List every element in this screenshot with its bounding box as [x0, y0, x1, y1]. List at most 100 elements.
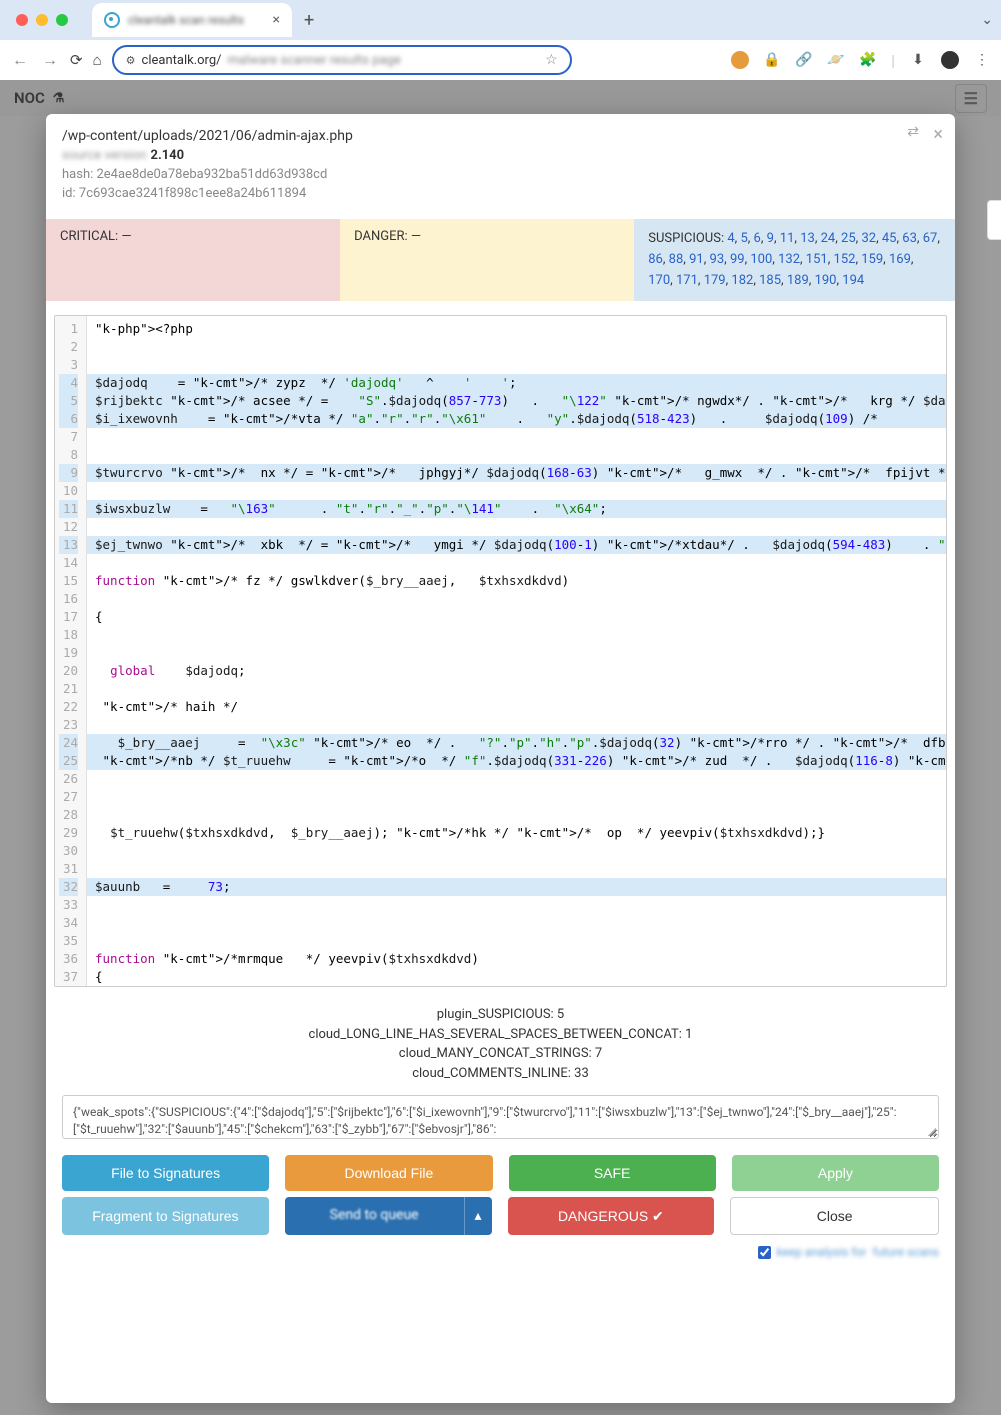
checkbox-row: keep analysis for future scans [46, 1241, 955, 1269]
close-button[interactable]: Close [730, 1197, 939, 1235]
susp-line-link[interactable]: 99 [730, 252, 745, 267]
susp-line-link[interactable]: 132 [778, 252, 800, 267]
url-rest: malware scanner results page [228, 53, 540, 68]
susp-line-link[interactable]: 63 [902, 231, 917, 246]
susp-line-link[interactable]: 100 [750, 252, 772, 267]
code-viewer: 1234567891011121314151617181920212223242… [54, 315, 947, 987]
download-icon[interactable]: ⬇ [909, 51, 927, 69]
file-version: source version 2.140 [62, 148, 939, 163]
summary: plugin_SUSPICIOUS: 5cloud_LONG_LINE_HAS_… [46, 995, 955, 1089]
checkbox-label-1: keep analysis for [777, 1245, 867, 1259]
toolbar-icons: 🔒 🔗 🪐 🧩 | ⬇ ⋮ [731, 51, 991, 70]
file-id: id: 7c693cae3241f898c1eee8a24b611894 [62, 186, 939, 201]
susp-line-link[interactable]: 152 [834, 252, 856, 267]
susp-line-link[interactable]: 5 [740, 231, 747, 246]
url-bar[interactable]: ⚙ cleantalk.org/ malware scanner results… [112, 45, 572, 75]
reload-icon[interactable]: ⟳ [70, 51, 83, 69]
split-button[interactable]: Send to queue ▴ [285, 1197, 492, 1235]
susp-line-link[interactable]: 171 [676, 273, 698, 288]
download-file-button[interactable]: Download File [285, 1155, 492, 1191]
susp-line-link[interactable]: 86 [648, 252, 663, 267]
keep-analysis-checkbox[interactable] [758, 1246, 771, 1259]
site-settings-icon[interactable]: ⚙ [126, 54, 136, 67]
nav-back-icon[interactable]: ← [10, 50, 30, 70]
modal-close-icon[interactable]: × [933, 124, 943, 145]
modal-header: /wp-content/uploads/2021/06/admin-ajax.p… [46, 114, 955, 211]
new-tab-icon[interactable]: + [304, 10, 314, 31]
susp-line-link[interactable]: 151 [806, 252, 828, 267]
ext-link-icon[interactable]: 🔗 [795, 51, 813, 69]
susp-line-link[interactable]: 169 [889, 252, 911, 267]
nav-forward-icon[interactable]: → [40, 50, 60, 70]
fragment-to-signatures-button[interactable]: Fragment to Signatures [62, 1197, 269, 1235]
home-icon[interactable]: ⌂ [93, 51, 102, 69]
status-suspicious: SUSPICIOUS: 4, 5, 6, 9, 11, 13, 24, 25, … [634, 219, 955, 301]
window-maximize-icon[interactable] [56, 14, 68, 26]
file-hash: hash: 2e4ae8de0a78eba932ba51dd63d938cd [62, 167, 939, 182]
bookmark-icon[interactable]: ☆ [545, 52, 558, 68]
tab-favicon-icon [104, 12, 120, 28]
button-row-2: Fragment to Signatures Send to queue ▴ D… [46, 1197, 955, 1241]
swap-icon[interactable]: ⇄ [907, 124, 919, 140]
dangerous-button[interactable]: DANGEROUS ✔ [508, 1197, 715, 1235]
susp-line-link[interactable]: 185 [759, 273, 781, 288]
summary-line: cloud_MANY_CONCAT_STRINGS: 7 [46, 1044, 955, 1064]
split-main-label: Send to queue [285, 1197, 464, 1235]
checkbox-label-2: future scans [873, 1245, 939, 1259]
browser-tab[interactable]: cleantalk scan results × [92, 3, 292, 37]
ext-planet-icon[interactable]: 🪐 [827, 51, 845, 69]
susp-line-link[interactable]: 13 [800, 231, 815, 246]
window-minimize-icon[interactable] [36, 14, 48, 26]
button-row-1: File to Signatures Download File SAFE Ap… [46, 1145, 955, 1197]
susp-line-link[interactable]: 32 [861, 231, 876, 246]
side-tab[interactable] [987, 200, 1001, 240]
toolbar: ← → ⟳ ⌂ ⚙ cleantalk.org/ malware scanner… [0, 40, 1001, 80]
status-critical: CRITICAL: — [46, 219, 340, 301]
status-danger: DANGER: — [340, 219, 634, 301]
susp-line-link[interactable]: 194 [842, 273, 864, 288]
traffic-lights [8, 14, 76, 26]
susp-line-link[interactable]: 190 [815, 273, 837, 288]
apply-button[interactable]: Apply [732, 1155, 939, 1191]
split-caret-icon[interactable]: ▴ [464, 1197, 492, 1235]
susp-line-link[interactable]: 88 [669, 252, 684, 267]
browser-chrome: cleantalk scan results × + ⌄ ← → ⟳ ⌂ ⚙ c… [0, 0, 1001, 80]
summary-line: cloud_COMMENTS_INLINE: 33 [46, 1064, 955, 1084]
line-gutter: 1234567891011121314151617181920212223242… [55, 316, 87, 986]
window-close-icon[interactable] [16, 14, 28, 26]
url-host: cleantalk.org/ [142, 53, 222, 68]
tab-title: cleantalk scan results [128, 13, 265, 27]
browser-menu-icon[interactable]: ⋮ [973, 51, 991, 69]
status-bar: CRITICAL: — DANGER: — SUSPICIOUS: 4, 5, … [46, 219, 955, 301]
ext-lock-icon[interactable]: 🔒 [763, 51, 781, 69]
susp-line-link[interactable]: 170 [648, 273, 670, 288]
safe-button[interactable]: SAFE [509, 1155, 716, 1191]
file-path: /wp-content/uploads/2021/06/admin-ajax.p… [62, 128, 939, 144]
profile-avatar-icon[interactable] [941, 51, 959, 69]
ext-cookie-icon[interactable] [731, 51, 749, 69]
susp-line-link[interactable]: 67 [923, 231, 938, 246]
code-lines[interactable]: "k-php"><?php$dajodq = "k-cmt">/* zypz *… [87, 316, 946, 986]
summary-line: plugin_SUSPICIOUS: 5 [46, 1005, 955, 1025]
tabs-chevron-icon[interactable]: ⌄ [981, 12, 993, 28]
susp-line-link[interactable]: 91 [689, 252, 704, 267]
susp-line-link[interactable]: 4 [727, 231, 734, 246]
susp-line-link[interactable]: 182 [731, 273, 753, 288]
file-to-signatures-button[interactable]: File to Signatures [62, 1155, 269, 1191]
susp-line-link[interactable]: 189 [787, 273, 809, 288]
susp-line-link[interactable]: 6 [754, 231, 761, 246]
json-textarea[interactable]: {"weak_spots":{"SUSPICIOUS":{"4":["$dajo… [62, 1095, 939, 1139]
extensions-icon[interactable]: 🧩 [859, 51, 877, 69]
tab-bar: cleantalk scan results × + ⌄ [0, 0, 1001, 40]
susp-line-link[interactable]: 159 [861, 252, 883, 267]
susp-line-link[interactable]: 9 [767, 231, 774, 246]
summary-line: cloud_LONG_LINE_HAS_SEVERAL_SPACES_BETWE… [46, 1025, 955, 1045]
susp-line-link[interactable]: 11 [780, 231, 795, 246]
susp-line-link[interactable]: 24 [821, 231, 836, 246]
susp-line-link[interactable]: 93 [710, 252, 725, 267]
modal: ⇄ × /wp-content/uploads/2021/06/admin-aj… [46, 114, 955, 1403]
susp-line-link[interactable]: 45 [882, 231, 897, 246]
susp-line-link[interactable]: 179 [704, 273, 726, 288]
susp-line-link[interactable]: 25 [841, 231, 856, 246]
tab-close-icon[interactable]: × [273, 12, 280, 28]
